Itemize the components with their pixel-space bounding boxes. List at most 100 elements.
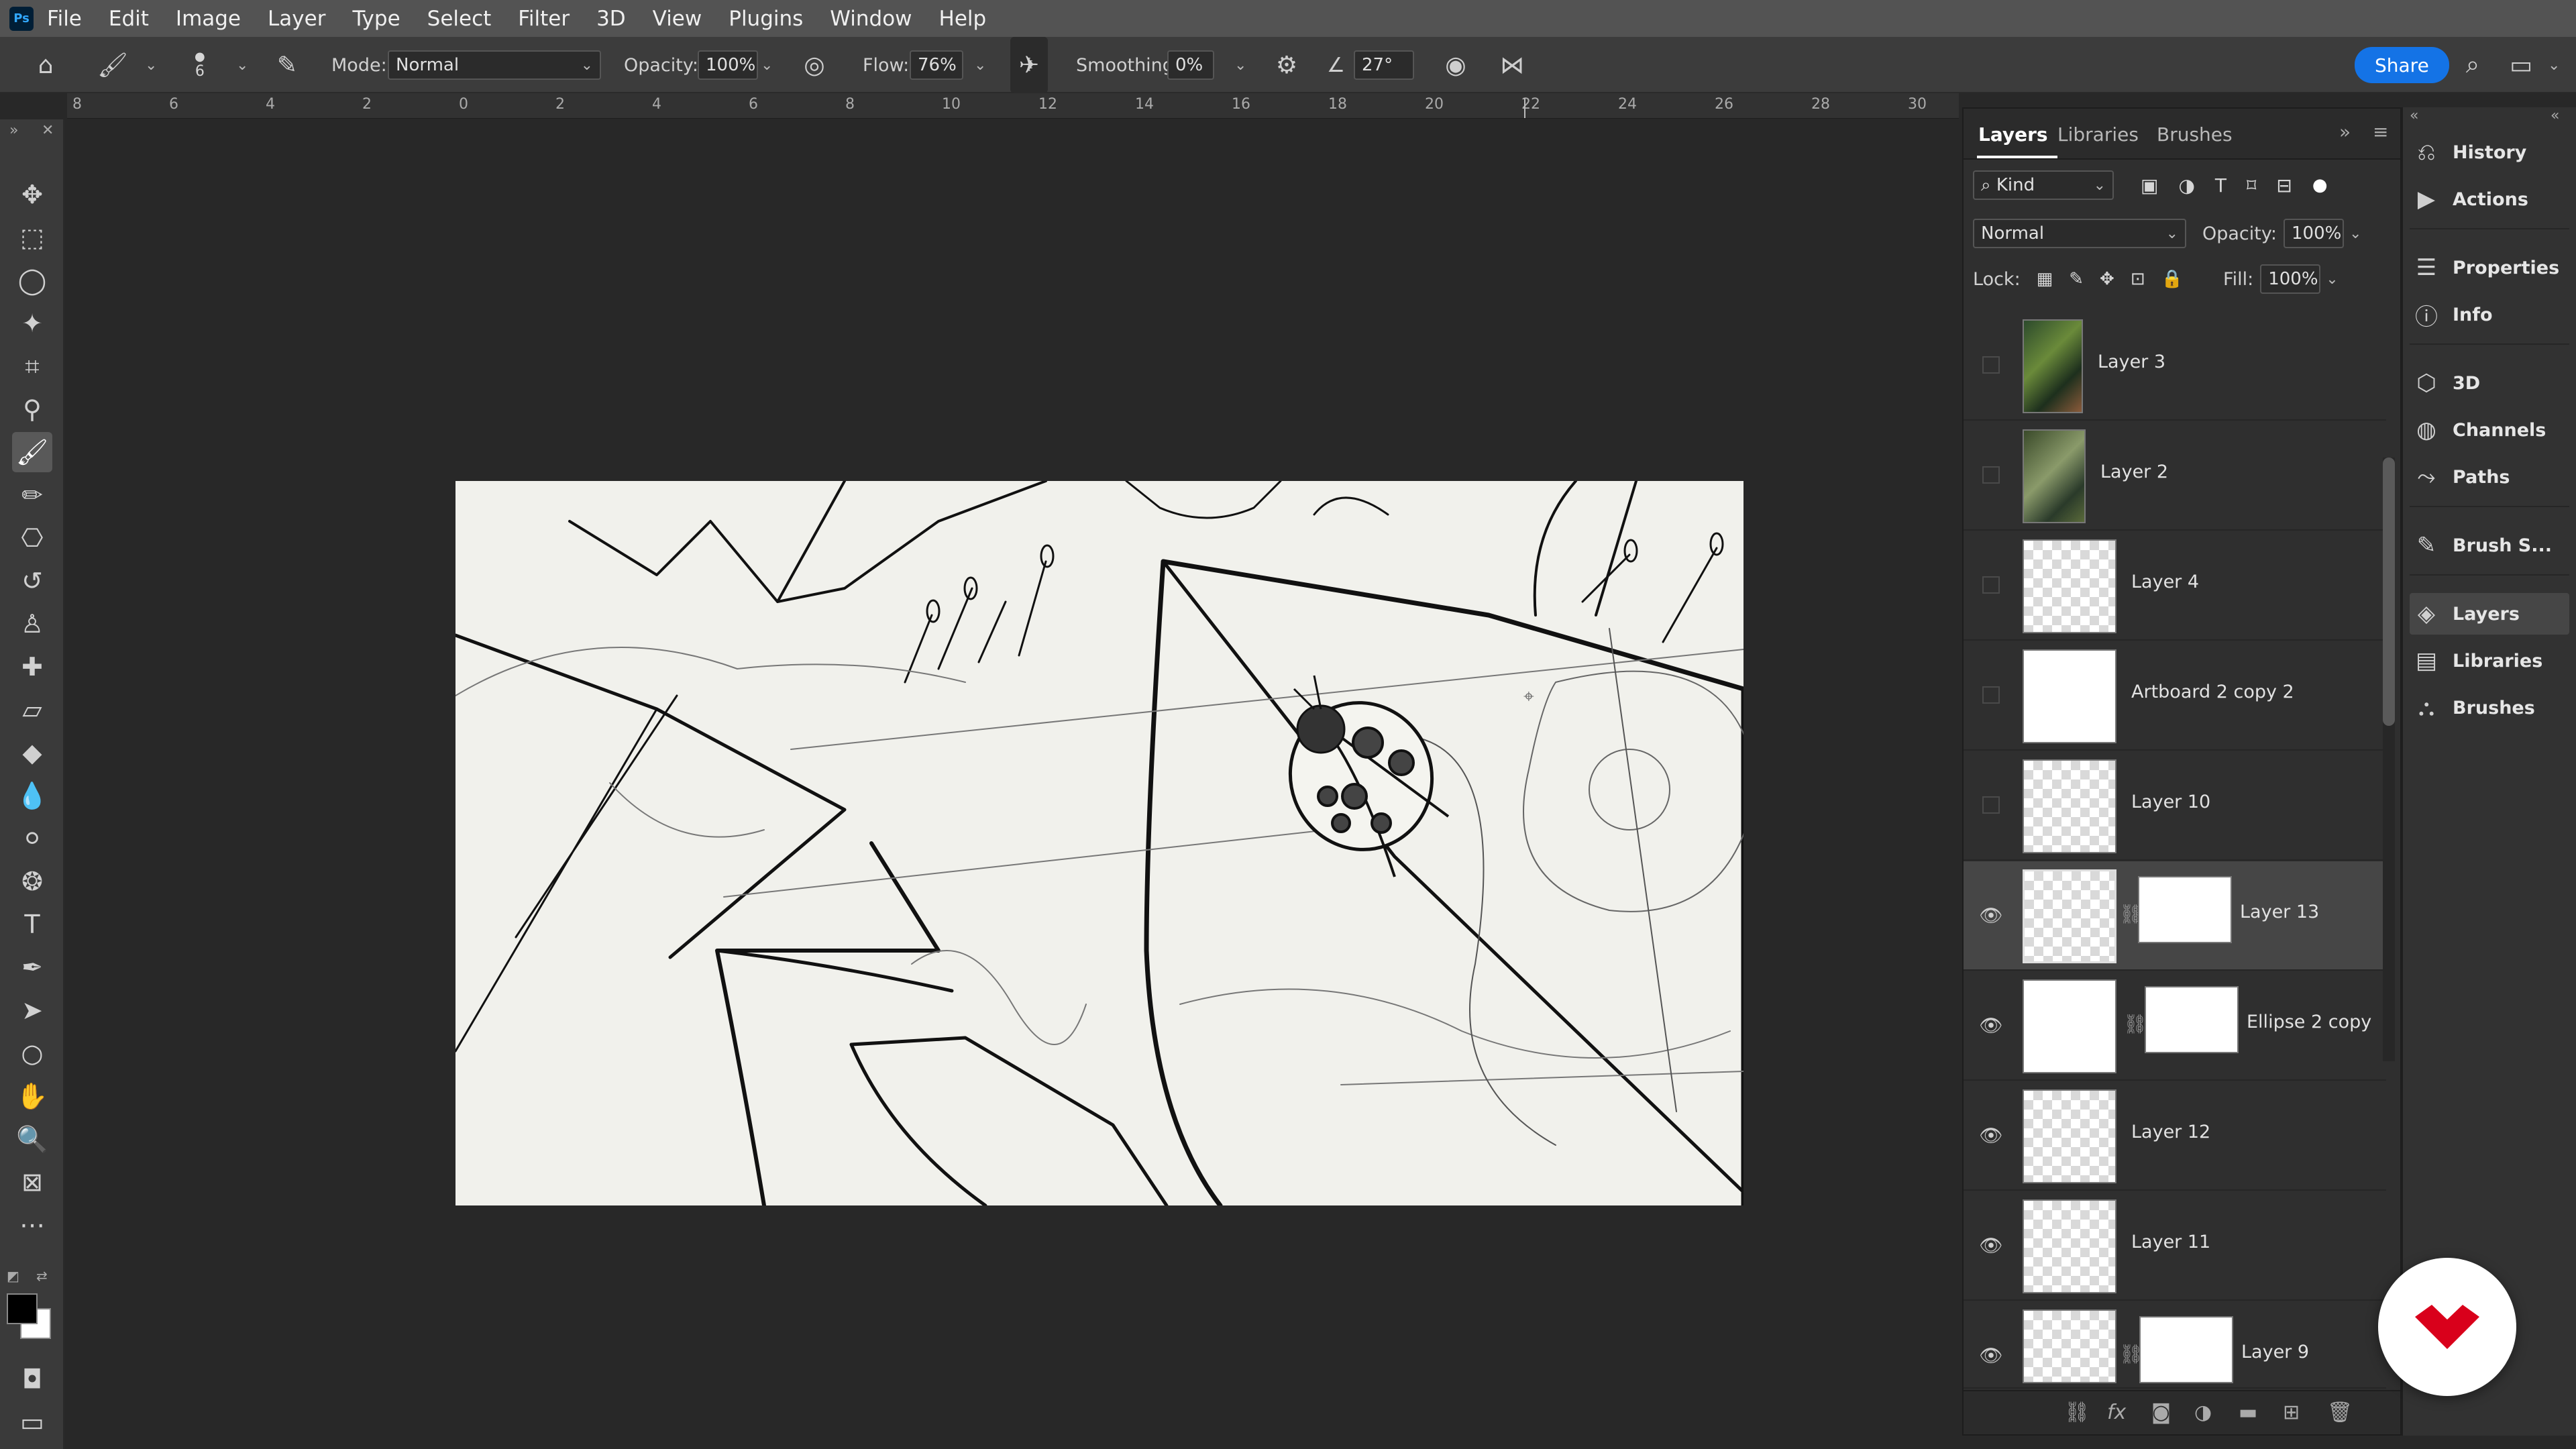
eye-icon[interactable]: 👁 xyxy=(1979,1124,2003,1146)
layer-row[interactable]: Layer 4 xyxy=(1964,531,2386,641)
dock-channels[interactable]: ◍ Channels xyxy=(2410,409,2569,451)
eye-icon[interactable]: 👁 xyxy=(1979,1344,2003,1366)
pen-tool-icon[interactable]: ✒ xyxy=(12,947,52,987)
move-tool-icon[interactable]: ✥ xyxy=(12,174,52,215)
visibility-off-toggle[interactable] xyxy=(1982,686,2000,704)
menu-help[interactable]: Help xyxy=(939,7,987,31)
menu-edit[interactable]: Edit xyxy=(109,7,149,31)
dock-layers[interactable]: ◈ Layers xyxy=(2410,593,2569,635)
dock-info[interactable]: ⓘ Info xyxy=(2410,294,2569,335)
dock-paths[interactable]: ⤳ Paths xyxy=(2410,456,2569,498)
menu-layer[interactable]: Layer xyxy=(268,7,325,31)
type-tool-icon[interactable]: T xyxy=(12,904,52,945)
filter-kind-select[interactable]: ⌕ Kind ⌄ xyxy=(1973,170,2114,200)
layer-row[interactable]: Layer 10 xyxy=(1964,751,2386,861)
eraser-tool-icon[interactable]: ▱ xyxy=(12,690,52,730)
dock-3d[interactable]: ⬡ 3D xyxy=(2410,362,2569,404)
layer-row[interactable]: 👁 ⛓ Layer 9 xyxy=(1964,1301,2386,1389)
pressure-size-icon[interactable]: ◉ xyxy=(1437,37,1474,93)
dock-brush-settings[interactable]: ✎ Brush S... xyxy=(2410,525,2569,566)
menu-select[interactable]: Select xyxy=(427,7,492,31)
fill-chevron-icon[interactable]: ⌄ xyxy=(2326,271,2338,288)
brush-picker-chevron-icon[interactable]: ⌄ xyxy=(236,37,248,93)
lock-position-icon[interactable]: ✥ xyxy=(2100,269,2114,289)
search-icon[interactable]: ⌕ xyxy=(2454,37,2491,93)
eye-icon[interactable]: 👁 xyxy=(1979,1234,2003,1256)
filter-adjustment-icon[interactable]: ◑ xyxy=(2178,174,2194,197)
spot-healing-tool-icon[interactable]: ✚ xyxy=(12,647,52,687)
blend-mode-select[interactable]: Normal ⌄ xyxy=(1973,219,2186,248)
link-layers-icon[interactable]: ⛓ xyxy=(2064,1401,2090,1424)
magic-wand-tool-icon[interactable]: ✦ xyxy=(12,303,52,343)
tab-layers[interactable]: Layers xyxy=(1978,123,2048,146)
dock-properties[interactable]: ☰ Properties xyxy=(2410,247,2569,288)
layer-row[interactable]: 👁 Layer 12 xyxy=(1964,1081,2386,1191)
marquee-tool-icon[interactable]: ⬚ xyxy=(12,217,52,258)
smoothing-chevron-icon[interactable]: ⌄ xyxy=(1234,37,1246,93)
tab-brushes[interactable]: Brushes xyxy=(2157,123,2233,146)
flow-input[interactable]: 76% xyxy=(910,50,963,80)
ellipse-tool-icon[interactable]: ○ xyxy=(12,1033,52,1073)
eye-icon[interactable]: 👁 xyxy=(1979,1014,2003,1036)
foreground-color-swatch[interactable] xyxy=(7,1293,38,1324)
eyedropper-tool-icon[interactable]: ⚲ xyxy=(12,389,52,429)
add-mask-icon[interactable]: ◙ xyxy=(2151,1401,2171,1424)
menu-plugins[interactable]: Plugins xyxy=(729,7,803,31)
link-icon[interactable]: ⛓ xyxy=(2123,1013,2147,1035)
filter-smart-object-icon[interactable]: ⊟ xyxy=(2276,174,2292,197)
layer-mask-thumbnail[interactable] xyxy=(2138,876,2232,943)
pressure-opacity-icon[interactable]: ◎ xyxy=(796,37,833,93)
new-group-icon[interactable]: ▬ xyxy=(2239,1401,2257,1424)
default-colors-icon[interactable]: ◩ xyxy=(7,1268,19,1284)
zoom-tool-icon[interactable]: 🔍 xyxy=(12,1119,52,1159)
dock-brushes[interactable]: ⛬ Brushes xyxy=(2410,687,2569,729)
lock-transparency-icon[interactable]: ▦ xyxy=(2037,269,2053,289)
menu-filter[interactable]: Filter xyxy=(518,7,570,31)
workspace-icon[interactable]: ▭ xyxy=(2502,37,2540,93)
quick-mask-icon[interactable]: ◘ xyxy=(12,1359,52,1399)
filter-shape-icon[interactable]: ⌑ xyxy=(2247,174,2256,197)
expand-dock-icon[interactable]: « xyxy=(2551,107,2559,124)
collapse-panel-icon[interactable]: » xyxy=(2339,121,2351,143)
filter-pixel-icon[interactable]: ▣ xyxy=(2141,174,2158,197)
brush-tool-icon[interactable]: 🖌 xyxy=(12,432,52,472)
new-layer-icon[interactable]: ⊞ xyxy=(2283,1401,2300,1424)
document-canvas[interactable]: ⌖ xyxy=(455,481,1743,1205)
crop-tool-icon[interactable]: ⌗ xyxy=(12,346,52,386)
opacity-chevron-icon[interactable]: ⌄ xyxy=(761,37,773,93)
layer-mask-thumbnail[interactable] xyxy=(2139,1316,2233,1383)
menu-file[interactable]: File xyxy=(47,7,82,31)
lock-pixels-icon[interactable]: ✎ xyxy=(2069,269,2084,289)
brush-size-picker[interactable]: ● 6 xyxy=(195,37,205,93)
clone-stamp-tool-icon[interactable]: ⎔ xyxy=(12,518,52,558)
layer-row[interactable]: 👁 ⛓ Ellipse 2 copy xyxy=(1964,971,2386,1081)
airbrush-icon[interactable]: ✈ xyxy=(1010,37,1048,93)
lock-artboard-icon[interactable]: ⊡ xyxy=(2131,269,2145,289)
symmetry-butterfly-icon[interactable]: ⋈ xyxy=(1493,37,1531,93)
smoothing-input[interactable]: 0% xyxy=(1167,50,1214,80)
layer-opacity-input[interactable]: 100% xyxy=(2283,219,2344,248)
layer-row[interactable]: Artboard 2 copy 2 xyxy=(1964,641,2386,751)
eye-icon[interactable]: 👁 xyxy=(1979,904,2003,926)
pencil-tool-icon[interactable]: ✏ xyxy=(12,475,52,515)
dock-actions[interactable]: ▶ Actions xyxy=(2410,178,2569,220)
trash-icon[interactable]: 🗑 xyxy=(2327,1401,2353,1424)
layer-row[interactable]: Layer 3 xyxy=(1964,311,2386,421)
filter-toggle-icon[interactable]: ● xyxy=(2312,175,2328,195)
more-tools-icon[interactable]: ⋯ xyxy=(12,1205,52,1245)
visibility-off-toggle[interactable] xyxy=(1982,576,2000,594)
menu-image[interactable]: Image xyxy=(176,7,241,31)
menu-view[interactable]: View xyxy=(653,7,702,31)
brush-settings-icon[interactable]: ✎ xyxy=(268,37,306,93)
dock-libraries[interactable]: ▤ Libraries xyxy=(2410,640,2569,682)
gear-icon[interactable]: ⚙ xyxy=(1268,37,1305,93)
fill-input[interactable]: 100% xyxy=(2260,264,2321,294)
layer-row[interactable]: Layer 2 xyxy=(1964,421,2386,531)
visibility-off-toggle[interactable] xyxy=(1982,796,2000,814)
brush-tool-icon[interactable]: 🖌 xyxy=(94,37,131,93)
layers-scrollbar-thumb[interactable] xyxy=(2383,458,2395,726)
sponge-tool-icon[interactable]: ❂ xyxy=(12,861,52,902)
workspace-chevron-icon[interactable]: ⌄ xyxy=(2548,37,2560,93)
adjustment-layer-icon[interactable]: ◑ xyxy=(2194,1401,2212,1424)
blur-tool-icon[interactable]: 💧 xyxy=(12,775,52,816)
